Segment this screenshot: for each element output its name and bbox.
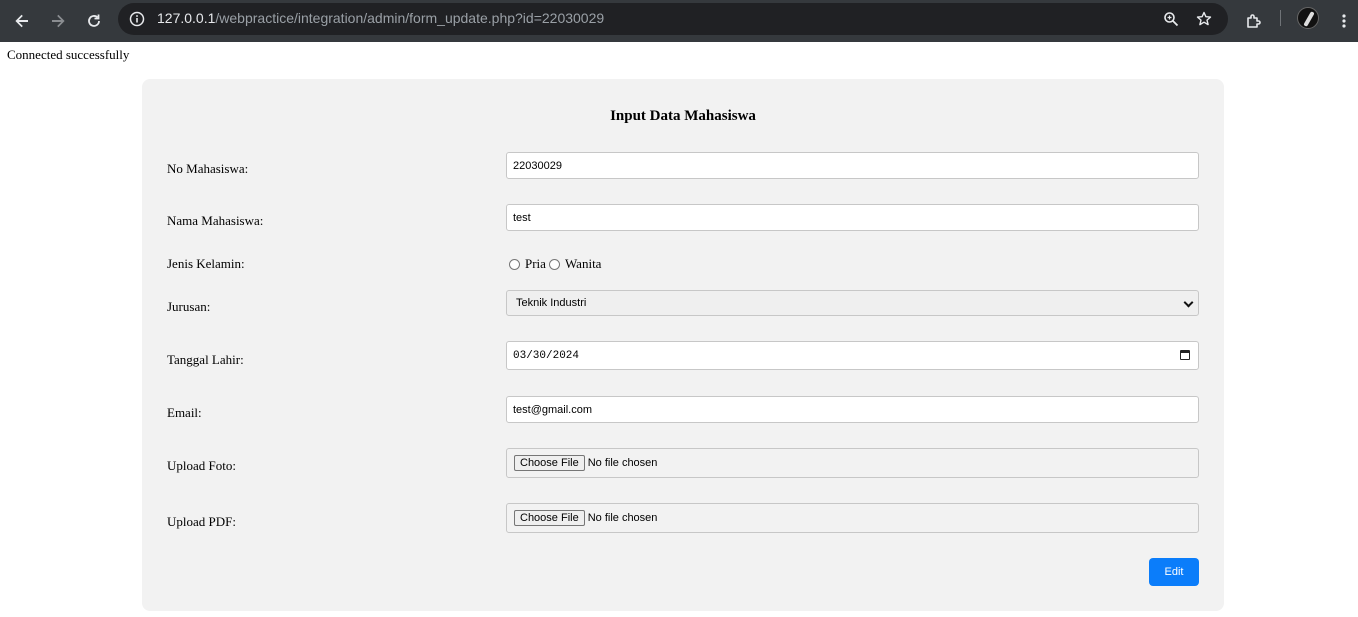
url-path: /webpractice/integration/admin/form_upda… (215, 10, 605, 26)
tanggal-lahir-value: 03/30/2024 (513, 349, 580, 362)
upload-pdf-input[interactable]: Choose File No file chosen (506, 503, 1199, 533)
radio-wanita[interactable] (548, 258, 560, 270)
email-label: Email: (167, 405, 202, 420)
connection-status-text: Connected successfully (7, 47, 130, 62)
no-mahasiswa-label: No Mahasiswa: (167, 161, 249, 176)
no-mahasiswa-input[interactable]: 22030029 (506, 152, 1199, 179)
extensions-puzzle-icon[interactable] (1239, 6, 1269, 36)
address-bar[interactable]: 127.0.0.1/webpractice/integration/admin/… (118, 3, 1228, 35)
choose-file-pdf-button[interactable]: Choose File (514, 510, 585, 526)
choose-file-foto-button[interactable]: Choose File (514, 455, 585, 471)
jurusan-label: Jurusan: (167, 299, 211, 314)
jenis-kelamin-radio-group: Pria Wanita (509, 256, 604, 272)
toolbar-separator (1280, 10, 1281, 26)
forward-arrow-icon[interactable] (43, 6, 73, 36)
nama-mahasiswa-value: test (513, 211, 531, 224)
site-info-icon[interactable] (126, 8, 148, 30)
form-title: Input Data Mahasiswa (610, 108, 756, 124)
back-arrow-icon[interactable] (7, 6, 37, 36)
bookmark-star-icon[interactable] (1193, 8, 1215, 30)
radio-pria[interactable] (509, 258, 520, 270)
edit-button[interactable]: Edit (1149, 558, 1199, 586)
url-host: 127.0.0.1 (157, 10, 216, 26)
upload-pdf-label: Upload PDF: (167, 514, 236, 529)
jurusan-selected-value: Teknik Industri (516, 297, 587, 309)
jenis-kelamin-label: Jenis Kelamin: (167, 256, 245, 271)
jurusan-select[interactable]: Teknik Industri (506, 290, 1199, 316)
more-menu-icon[interactable] (1329, 6, 1358, 36)
url-text[interactable]: 127.0.0.1/webpractice/integration/admin/… (157, 10, 604, 26)
email-input[interactable]: test@gmail.com (506, 396, 1199, 423)
zoom-icon[interactable] (1160, 8, 1182, 30)
nama-mahasiswa-input[interactable]: test (506, 204, 1199, 231)
profile-avatar[interactable] (1297, 7, 1319, 29)
tanggal-lahir-input[interactable]: 03/30/2024 (506, 341, 1199, 370)
upload-foto-label: Upload Foto: (167, 458, 236, 473)
tanggal-lahir-label: Tanggal Lahir: (167, 352, 244, 367)
calendar-icon[interactable] (1180, 350, 1190, 360)
nama-mahasiswa-label: Nama Mahasiswa: (167, 213, 264, 228)
reload-icon[interactable] (79, 6, 109, 36)
student-form: Input Data Mahasiswa No Mahasiswa: 22030… (142, 79, 1224, 611)
browser-toolbar: 127.0.0.1/webpractice/integration/admin/… (0, 0, 1358, 42)
no-mahasiswa-value: 22030029 (513, 159, 562, 172)
pdf-file-status: No file chosen (587, 512, 658, 524)
email-value: test@gmail.com (513, 403, 593, 416)
upload-foto-input[interactable]: Choose File No file chosen (506, 448, 1199, 478)
radio-wanita-label: Wanita (564, 256, 602, 271)
foto-file-status: No file chosen (587, 457, 658, 469)
chevron-down-icon (1183, 297, 1194, 308)
radio-pria-label: Pria (525, 256, 546, 271)
